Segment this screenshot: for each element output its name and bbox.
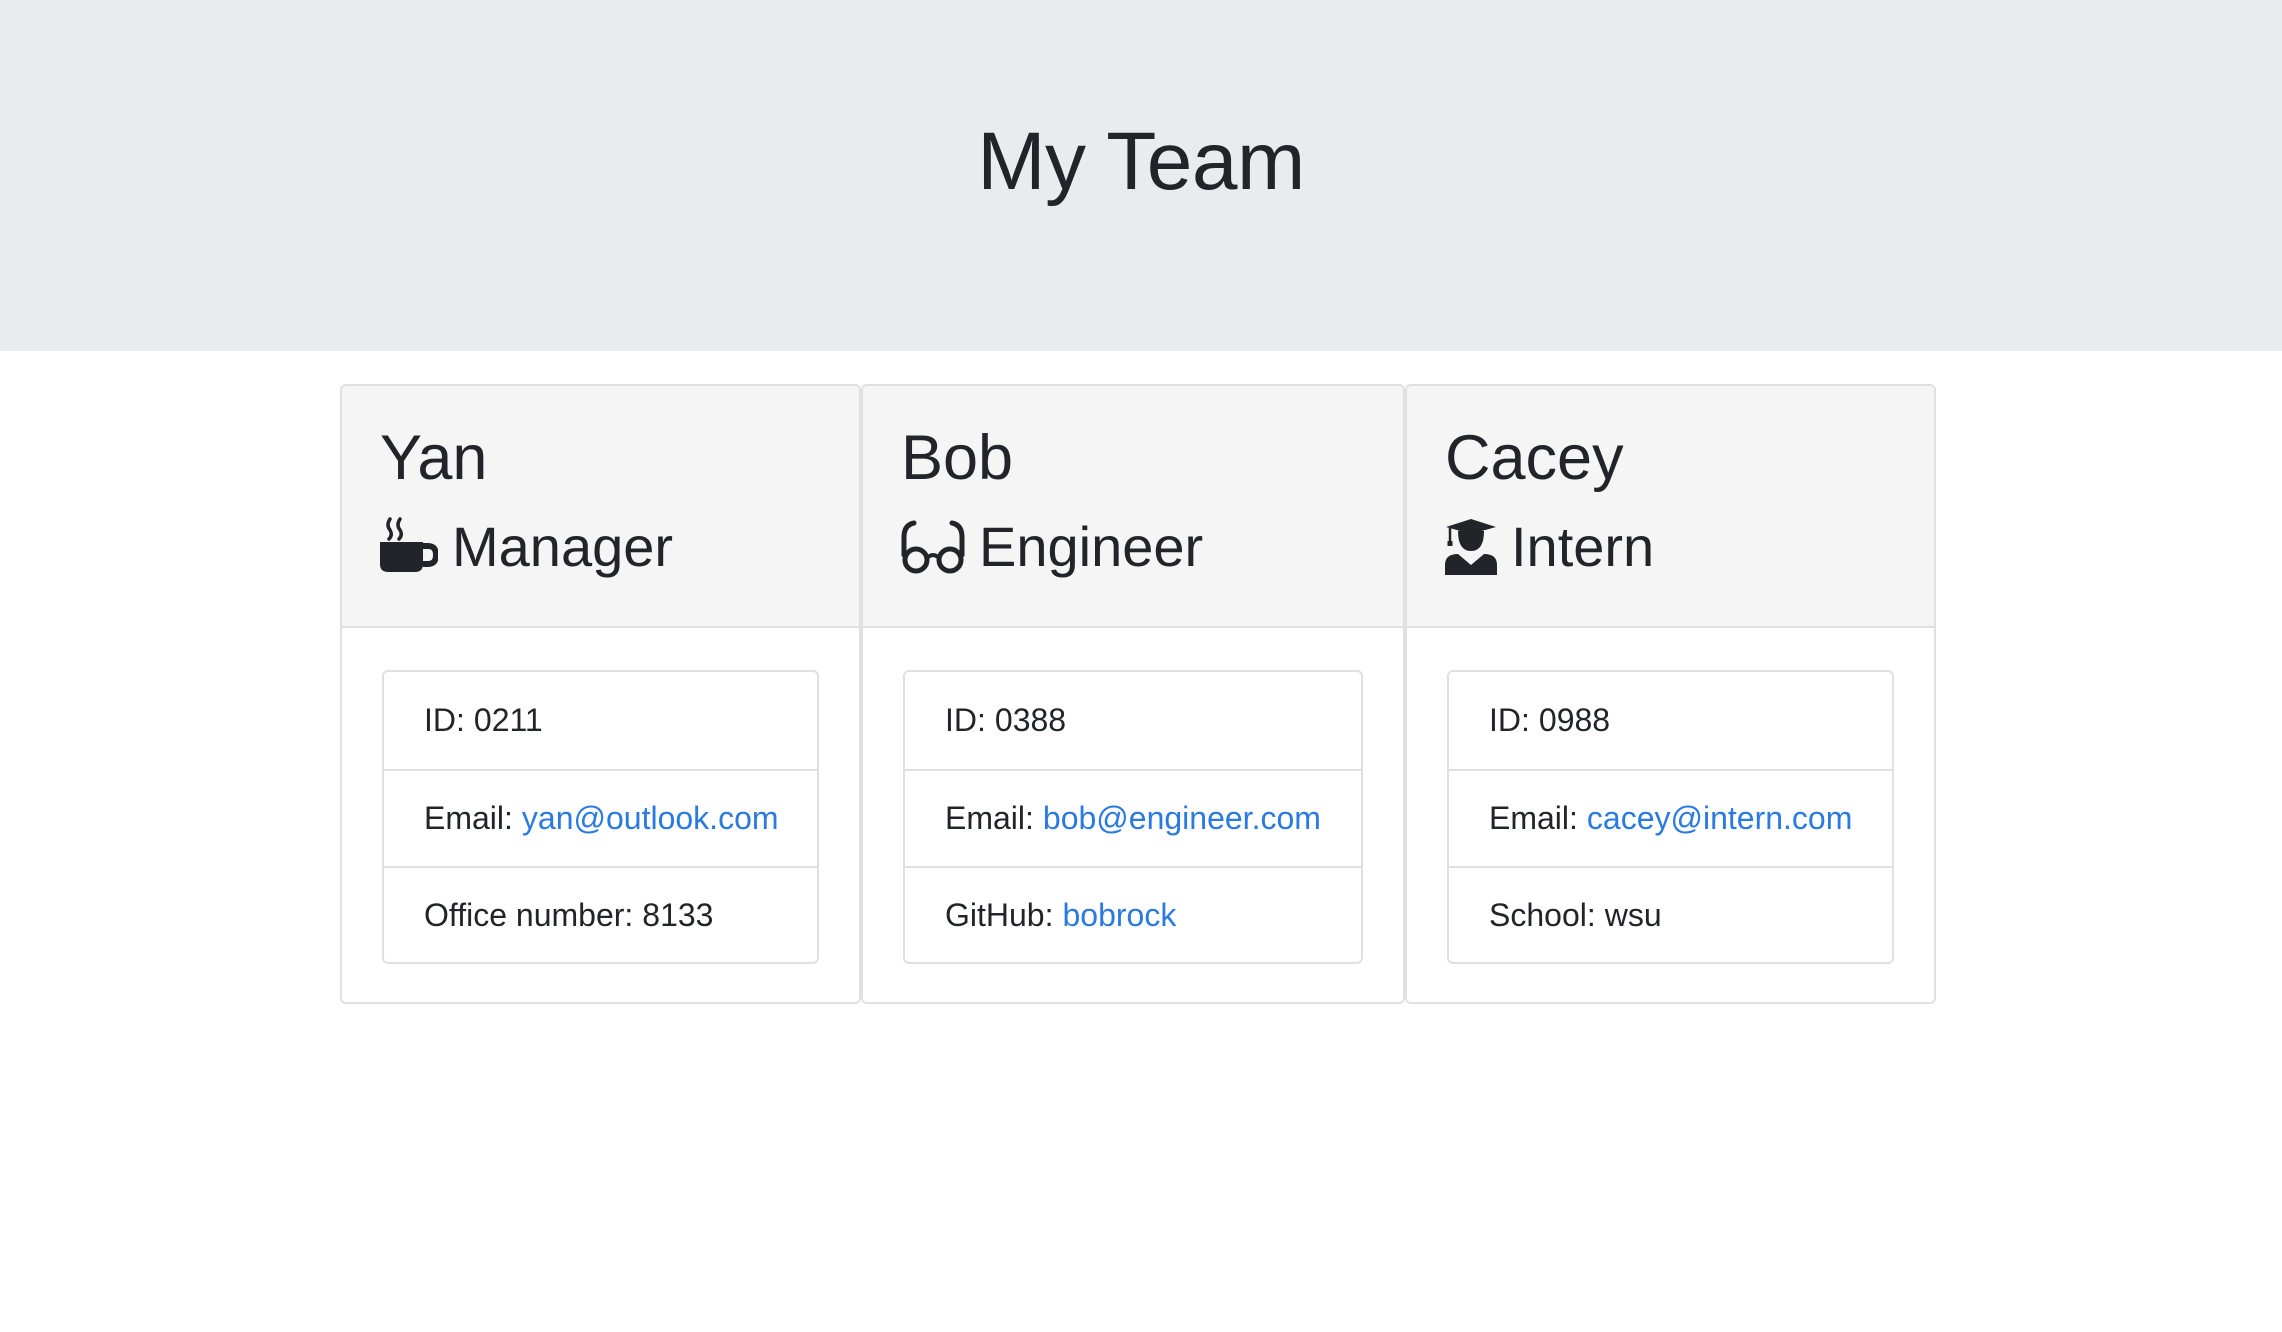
- header-jumbotron: My Team: [0, 0, 2282, 351]
- github-link[interactable]: bobrock: [1062, 897, 1176, 934]
- list-item-email: Email: cacey@intern.com: [1449, 769, 1892, 866]
- employee-role: Intern: [1445, 506, 1654, 586]
- email-label: Email:: [1489, 800, 1578, 836]
- school-label: School:: [1489, 897, 1596, 933]
- employee-name: Cacey: [1445, 423, 1624, 493]
- school-value: wsu: [1604, 897, 1662, 933]
- employee-card-engineer: Bob Engineer ID: 0388 Email: bob@enginee…: [861, 384, 1405, 1004]
- id-label: ID:: [1489, 702, 1530, 738]
- card-header: Bob Engineer: [863, 386, 1403, 628]
- employee-role: Engineer: [901, 506, 1203, 586]
- id-label: ID:: [424, 702, 465, 738]
- employee-card-manager: Yan Manager ID: 0211 Email: yan@outlook.…: [340, 384, 861, 1004]
- role-label: Engineer: [979, 514, 1204, 578]
- mug-hot-icon: [380, 517, 438, 575]
- employee-role: Manager: [380, 506, 673, 586]
- github-label: GitHub:: [945, 897, 1054, 933]
- list-item-email: Email: bob@engineer.com: [905, 769, 1361, 866]
- employee-name: Yan: [380, 423, 488, 493]
- card-header: Cacey Intern: [1407, 386, 1934, 628]
- list-item-id: ID: 0211: [384, 672, 817, 769]
- glasses-icon: [901, 517, 965, 575]
- email-link[interactable]: cacey@intern.com: [1587, 800, 1852, 837]
- office-number-label: Office number:: [424, 897, 634, 933]
- id-value: 0988: [1538, 702, 1611, 738]
- id-label: ID:: [945, 702, 986, 738]
- list-item-email: Email: yan@outlook.com: [384, 769, 817, 866]
- info-list: ID: 0988 Email: cacey@intern.com School:…: [1447, 670, 1894, 964]
- role-label: Intern: [1511, 514, 1655, 578]
- email-link[interactable]: bob@engineer.com: [1043, 800, 1321, 837]
- page-title: My Team: [977, 116, 1305, 207]
- employee-name: Bob: [901, 423, 1014, 493]
- list-item-id: ID: 0388: [905, 672, 1361, 769]
- id-value: 0211: [473, 702, 543, 738]
- list-item-school: School: wsu: [1449, 866, 1892, 962]
- id-value: 0388: [994, 702, 1067, 738]
- user-graduate-icon: [1445, 517, 1497, 575]
- list-item-office-number: Office number: 8133: [384, 866, 817, 962]
- info-list: ID: 0388 Email: bob@engineer.com GitHub:…: [903, 670, 1363, 964]
- employee-card-intern: Cacey Intern ID: 0988 Email: cacey@inter…: [1405, 384, 1936, 1004]
- email-label: Email:: [424, 800, 513, 836]
- info-list: ID: 0211 Email: yan@outlook.com Office n…: [382, 670, 819, 964]
- card-header: Yan Manager: [342, 386, 859, 628]
- email-label: Email:: [945, 800, 1034, 836]
- list-item-id: ID: 0988: [1449, 672, 1892, 769]
- email-link[interactable]: yan@outlook.com: [522, 800, 779, 837]
- role-label: Manager: [452, 514, 674, 578]
- list-item-github: GitHub: bobrock: [905, 866, 1361, 962]
- office-number-value: 8133: [642, 897, 714, 933]
